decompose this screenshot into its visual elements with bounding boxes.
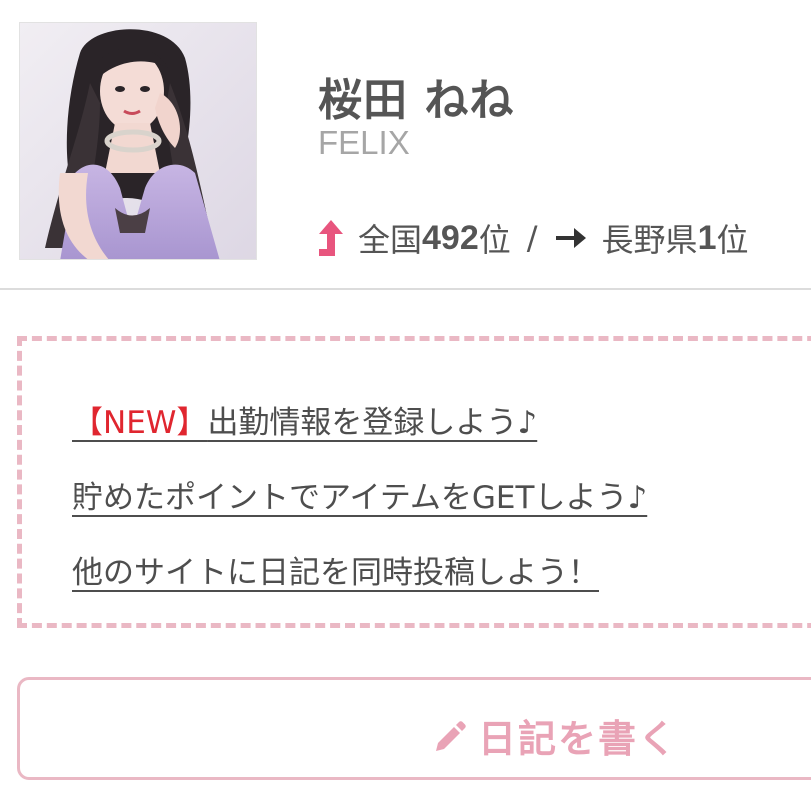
profile-photo-icon [20,23,256,259]
write-diary-button-content: 日記を書く [432,708,678,763]
shop-name[interactable]: FELIX [318,124,410,162]
notice-link-attendance[interactable]: 【NEW】出勤情報を登録しよう♪ [72,397,537,442]
arrow-right-icon [555,228,586,248]
section-divider [0,288,811,290]
page: 桜田 ねね FELIX 全国 492 位 / 長野県 1 位 【NEW】出勤情報… [0,0,811,811]
notice-link-points[interactable]: 貯めたポイントでアイテムをGETしよう♪ [72,472,647,517]
profile-name: 桜田 ねね [318,75,515,126]
national-rank-label: 全国 [358,221,423,259]
national-rank-suffix: 位 [478,221,511,259]
notice-link-crosspost[interactable]: 他のサイトに日記を同時投稿しよう！ [72,547,599,592]
prefecture-rank-value: 1 [697,218,717,257]
ranking-row[interactable]: 全国 492 位 / 長野県 1 位 [316,216,749,260]
profile-avatar[interactable] [19,22,257,260]
write-diary-label: 日記を書く [478,717,679,761]
national-rank-value: 492 [422,218,479,257]
rank-separator: / [526,219,538,257]
prefecture-rank-suffix: 位 [716,221,749,259]
arrow-up-icon [319,220,343,256]
pencil-icon [436,720,466,751]
notice-box: 【NEW】出勤情報を登録しよう♪ 貯めたポイントでアイテムをGETしよう♪ 他の… [17,336,811,628]
notice-link-text: 出勤情報を登録しよう♪ [207,405,538,441]
notice-link-text: 貯めたポイントでアイテムをGETしよう♪ [72,480,648,516]
new-tag: 【NEW】 [72,405,208,441]
prefecture-rank-label: 長野県 [601,221,698,259]
notice-link-text: 他のサイトに日記を同時投稿しよう！ [72,555,599,591]
profile-header: 桜田 ねね FELIX 全国 492 位 / 長野県 1 位 [0,0,811,290]
write-diary-button[interactable]: 日記を書く [17,677,811,780]
